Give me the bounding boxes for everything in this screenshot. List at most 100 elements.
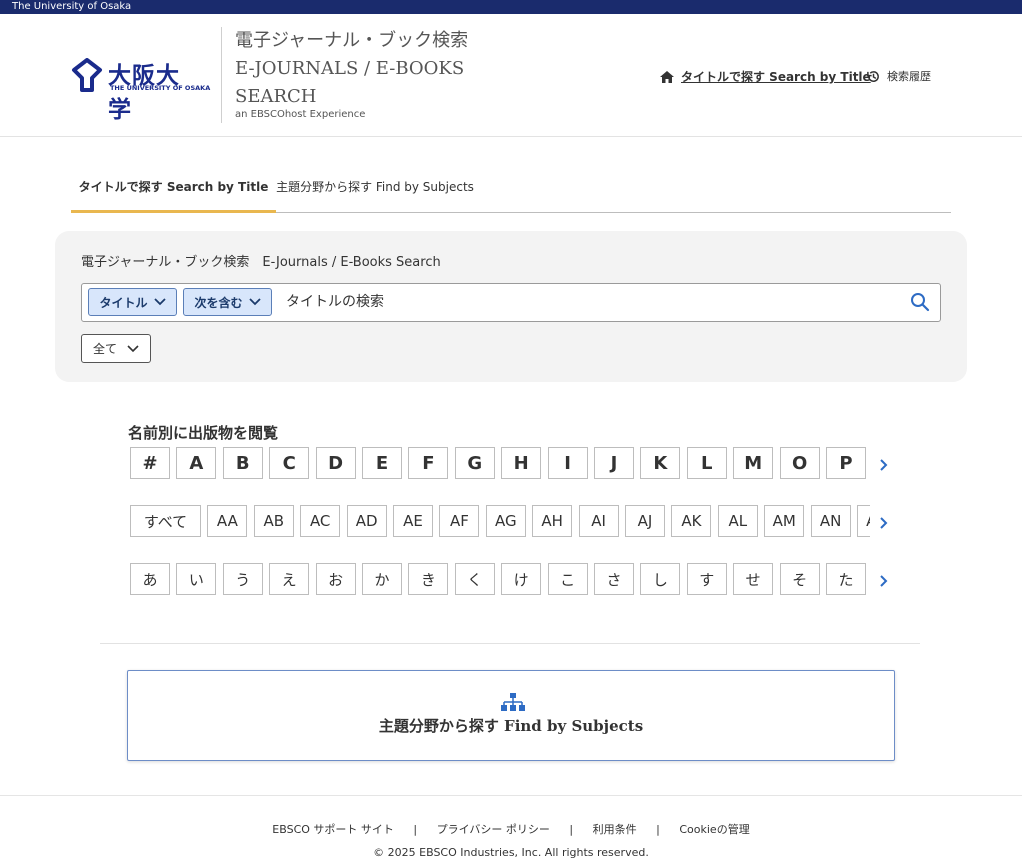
browse-key[interactable]: う <box>222 563 263 595</box>
browse-key[interactable]: あ <box>130 563 170 595</box>
browse-key[interactable]: I <box>547 447 588 479</box>
browse-key[interactable]: AO <box>857 505 870 537</box>
row-latin-next[interactable] <box>876 453 892 477</box>
university-logo[interactable]: 大阪大学 THE UNIVERSITY OF OSAKA <box>70 58 210 123</box>
browse-key[interactable]: え <box>269 563 310 595</box>
footer-link-cookies[interactable]: Cookieの管理 <box>679 823 749 836</box>
footer-links: EBSCO サポート サイト | プライバシー ポリシー | 利用条件 | Co… <box>0 821 1022 837</box>
search-tabs: タイトルで探す Search by Title 主題分野から探す Find by… <box>71 168 951 213</box>
footer-divider <box>0 795 1022 796</box>
header-divider <box>221 27 222 123</box>
chevron-down-icon <box>248 298 261 306</box>
match-select-label: 次を含む <box>194 295 243 310</box>
browse-key[interactable]: AA <box>207 505 248 537</box>
site-header: 大阪大学 THE UNIVERSITY OF OSAKA 電子ジャーナル・ブック… <box>0 14 1022 137</box>
search-icon[interactable] <box>910 292 930 312</box>
browse-key[interactable]: せ <box>733 563 774 595</box>
chevron-down-icon <box>153 298 166 306</box>
match-select[interactable]: 次を含む <box>183 288 272 316</box>
browse-title: 名前別に出版物を閲覧 <box>128 424 279 442</box>
scope-select[interactable]: 全て <box>81 334 151 363</box>
section-divider <box>100 643 920 644</box>
browse-key[interactable]: AE <box>393 505 433 537</box>
browse-row-kana: あいうえおかきくけこさしすせそたち <box>130 563 870 599</box>
find-by-subjects-card[interactable]: 主題分野から探す Find by Subjects <box>127 670 895 761</box>
browse-key[interactable]: た <box>826 563 866 595</box>
browse-key[interactable]: G <box>454 447 495 479</box>
footer-separator: | <box>656 823 660 836</box>
tab-search-by-title[interactable]: タイトルで探す Search by Title <box>71 168 276 213</box>
browse-key[interactable]: き <box>408 563 449 595</box>
site-title-en-2: SEARCH <box>235 86 317 107</box>
browse-key[interactable]: AJ <box>625 505 665 537</box>
browse-key[interactable]: AM <box>764 505 805 537</box>
browse-key[interactable]: AB <box>253 505 294 537</box>
nav-search-by-title[interactable]: タイトルで探す Search by Title <box>659 68 871 85</box>
browse-key[interactable]: # <box>130 447 170 479</box>
browse-key[interactable]: AL <box>717 505 758 537</box>
browse-key[interactable]: AD <box>346 505 387 537</box>
browse-key[interactable]: AN <box>810 505 851 537</box>
browse-key[interactable]: L <box>686 447 727 479</box>
browse-key[interactable]: M <box>733 447 774 479</box>
top-banner: The University of Osaka <box>0 0 1022 14</box>
browse-key[interactable]: A <box>176 447 217 479</box>
scope-select-label: 全て <box>92 342 117 356</box>
footer-separator: | <box>569 823 574 836</box>
browse-key[interactable]: P <box>826 447 866 479</box>
field-select[interactable]: タイトル <box>88 288 177 316</box>
chevron-down-icon <box>127 344 139 352</box>
footer-link-terms[interactable]: 利用条件 <box>593 823 637 836</box>
browse-key[interactable]: い <box>176 563 217 595</box>
browse-key[interactable]: AG <box>485 505 526 537</box>
row-kana-next[interactable] <box>876 569 892 593</box>
chevron-right-icon <box>880 517 888 529</box>
footer-link-privacy[interactable]: プライバシー ポリシー <box>437 823 550 836</box>
browse-key[interactable]: か <box>362 563 402 595</box>
browse-key[interactable]: そ <box>779 563 820 595</box>
copyright: © 2025 EBSCO Industries, Inc. All rights… <box>373 846 649 859</box>
browse-key[interactable]: こ <box>547 563 588 595</box>
browse-row-latin: # A B C D E F G H I J K L M O P <box>130 447 870 483</box>
hierarchy-icon <box>501 693 525 711</box>
browse-key[interactable]: C <box>269 447 310 479</box>
browse-key[interactable]: O <box>779 447 820 479</box>
logo-subtext: THE UNIVERSITY OF OSAKA <box>110 84 211 92</box>
footer-separator: | <box>413 823 418 836</box>
browse-key[interactable]: AF <box>439 505 480 537</box>
browse-key[interactable]: F <box>408 447 449 479</box>
search-bar: タイトル 次を含む <box>81 283 941 322</box>
browse-key[interactable]: す <box>686 563 727 595</box>
nav-search-by-title-link[interactable]: タイトルで探す Search by Title <box>681 68 871 85</box>
footer-link-support[interactable]: EBSCO サポート サイト <box>272 823 394 836</box>
browse-key[interactable]: AK <box>671 505 712 537</box>
row-double-next[interactable] <box>876 511 892 535</box>
browse-key[interactable]: E <box>362 447 402 479</box>
browse-key[interactable]: さ <box>594 563 634 595</box>
nav-search-history[interactable]: 検索履歴 <box>866 68 931 84</box>
chevron-right-icon <box>880 459 888 471</box>
browse-key[interactable]: AC <box>300 505 341 537</box>
chevron-right-icon <box>880 575 888 587</box>
browse-key[interactable]: け <box>501 563 542 595</box>
browse-key[interactable]: すべて <box>130 505 201 537</box>
site-title: 電子ジャーナル・ブック検索 E-JOURNALS / E-BOOKS SEARC… <box>235 27 505 111</box>
browse-key[interactable]: お <box>315 563 356 595</box>
browse-key[interactable]: AI <box>578 505 619 537</box>
search-panel: 電子ジャーナル・ブック検索 E-Journals / E-Books Searc… <box>55 231 967 382</box>
site-title-en-1: E-JOURNALS / E-BOOKS <box>235 58 465 79</box>
browse-key[interactable]: J <box>594 447 634 479</box>
tab-find-by-subjects[interactable]: 主題分野から探す Find by Subjects <box>276 168 474 210</box>
site-title-ja: 電子ジャーナル・ブック検索 <box>235 30 469 51</box>
browse-key[interactable]: し <box>640 563 681 595</box>
browse-key[interactable]: K <box>640 447 681 479</box>
browse-key[interactable]: B <box>222 447 263 479</box>
browse-key[interactable]: H <box>501 447 542 479</box>
browse-key[interactable]: く <box>454 563 495 595</box>
browse-key[interactable]: D <box>315 447 356 479</box>
browse-key[interactable]: AH <box>532 505 573 537</box>
field-select-label: タイトル <box>99 295 148 310</box>
browse-row-double: すべてAAABACADAEAFAGAHAIAJAKALAMANAO <box>130 505 870 541</box>
title-search-input[interactable] <box>284 288 898 316</box>
site-subtitle: an EBSCOhost Experience <box>235 109 366 120</box>
